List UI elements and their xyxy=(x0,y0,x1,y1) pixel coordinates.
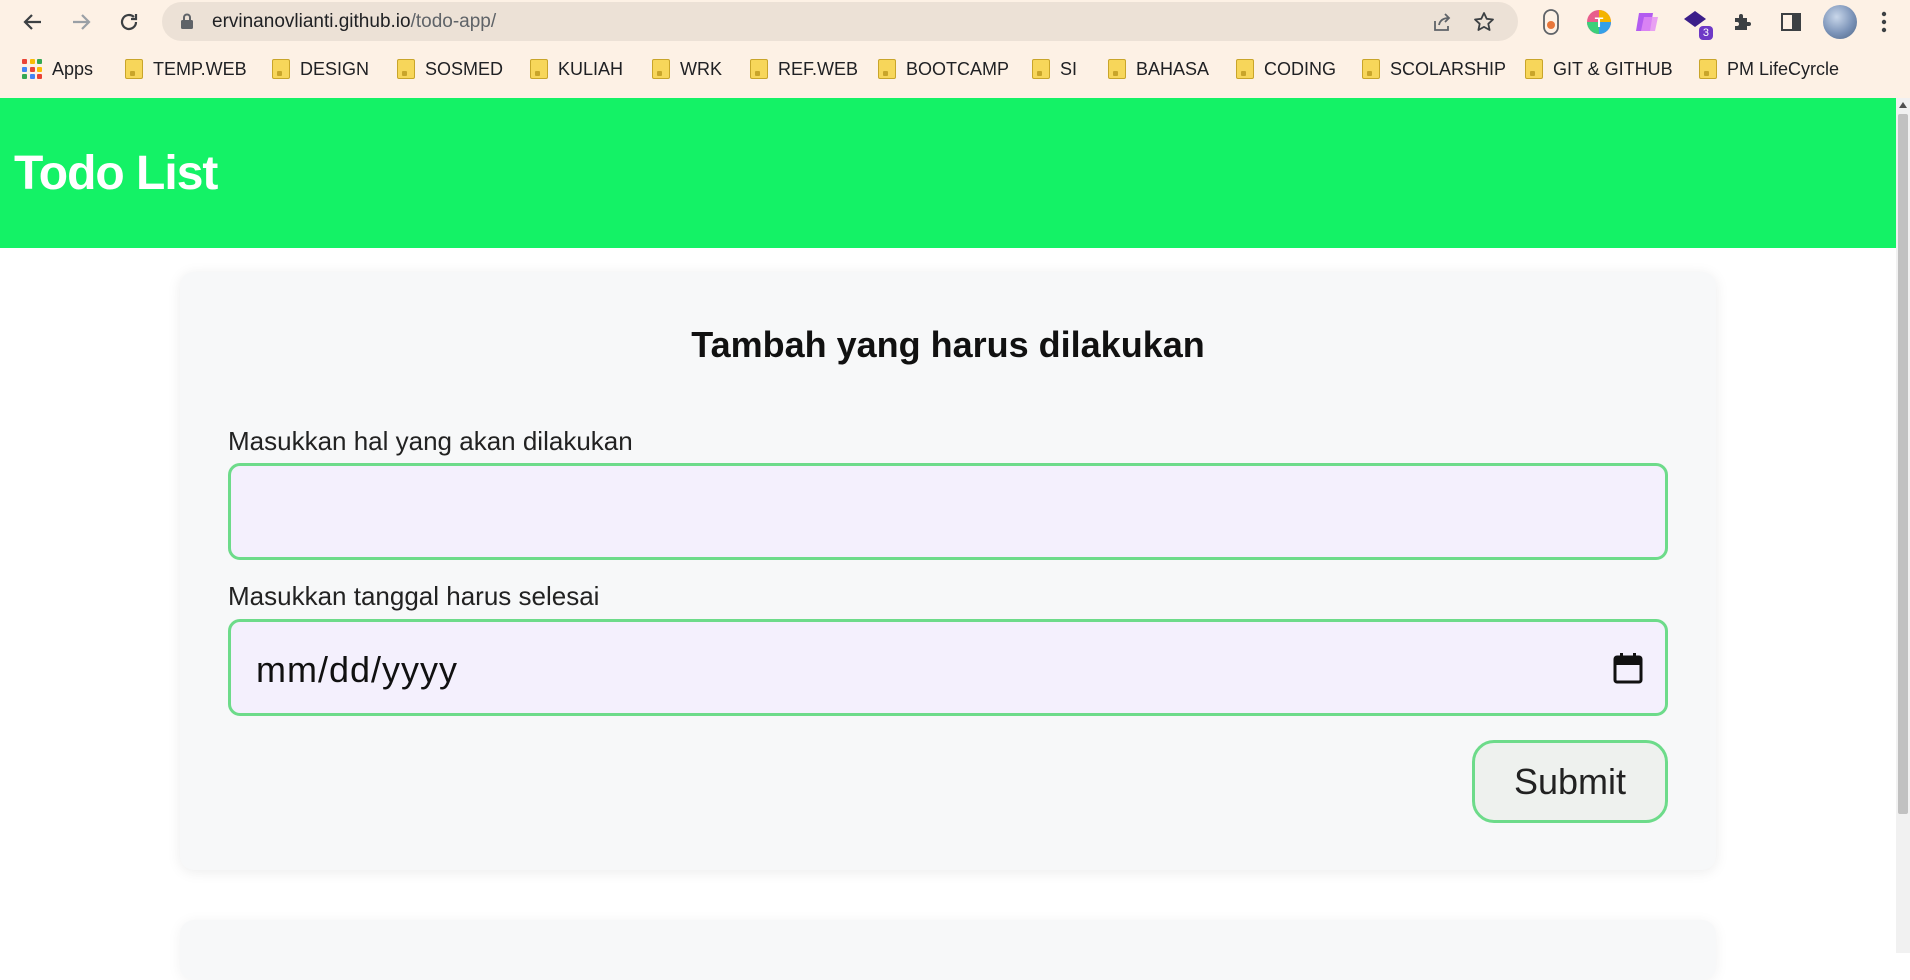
bookmark-label: TEMP.WEB xyxy=(153,58,247,79)
url-path: /todo-app/ xyxy=(410,11,497,32)
lock-icon xyxy=(181,13,193,29)
reload-icon xyxy=(120,13,138,31)
side-panel-button[interactable] xyxy=(1777,8,1805,36)
apps-grid-icon xyxy=(22,59,42,79)
bookmark-label: SI xyxy=(1060,58,1078,79)
bookmark-label: Apps xyxy=(52,58,94,79)
page-scrollbar[interactable] xyxy=(1896,98,1910,953)
puzzle-icon xyxy=(1735,14,1751,30)
bookmark-label: BAHASA xyxy=(1136,58,1210,79)
folder-icon xyxy=(1525,59,1543,79)
folder-icon xyxy=(1108,59,1126,79)
extension-1[interactable] xyxy=(1537,8,1565,36)
bookmark-folder[interactable]: PM LifeCyrcle xyxy=(1699,56,1839,82)
reload-button[interactable] xyxy=(115,8,143,36)
browser-menu-button[interactable] xyxy=(1870,8,1898,36)
address-url[interactable]: ervinanovlianti.github.io/todo-app/ xyxy=(212,11,496,33)
todo-date-label: Masukkan tanggal harus selesai xyxy=(228,581,600,611)
add-todo-form: Tambah yang harus dilakukan Masukkan hal… xyxy=(180,272,1716,870)
bookmark-label: SCOLARSHIP xyxy=(1390,58,1507,79)
page-title: Todo List xyxy=(14,147,218,200)
calendar-icon[interactable] xyxy=(1613,652,1643,684)
bookmark-star-button[interactable] xyxy=(1472,10,1496,34)
bookmark-folder[interactable]: WRK xyxy=(652,56,722,82)
bookmark-label: KULIAH xyxy=(558,58,624,79)
folder-icon xyxy=(750,59,768,79)
folder-icon xyxy=(1236,59,1254,79)
more-vertical-icon xyxy=(1881,11,1887,33)
bookmark-folder[interactable]: GIT & GITHUB xyxy=(1525,56,1673,82)
folder-icon xyxy=(1362,59,1380,79)
bookmark-folder[interactable]: REF.WEB xyxy=(750,56,858,82)
bookmark-folder[interactable]: KULIAH xyxy=(530,56,623,82)
bookmark-folder[interactable]: CODING xyxy=(1236,56,1336,82)
extension-shape-icon xyxy=(1636,13,1658,31)
bookmark-folder[interactable]: BOOTCAMP xyxy=(878,56,1009,82)
extension-2[interactable]: T xyxy=(1585,8,1613,36)
bookmark-folder[interactable]: SI xyxy=(1032,56,1077,82)
extension-3[interactable] xyxy=(1633,8,1661,36)
folder-icon xyxy=(1032,59,1050,79)
folder-icon xyxy=(1699,59,1717,79)
bookmark-folder[interactable]: SOSMED xyxy=(397,56,503,82)
extension-4[interactable]: 3 xyxy=(1681,8,1713,40)
extensions-button[interactable] xyxy=(1729,8,1757,36)
forward-button[interactable] xyxy=(67,8,95,36)
folder-icon xyxy=(272,59,290,79)
bookmark-folder[interactable]: BAHASA xyxy=(1108,56,1209,82)
svg-text:T: T xyxy=(1595,14,1604,30)
extension-pill-icon xyxy=(1543,9,1559,35)
todo-title-input[interactable] xyxy=(228,463,1668,560)
form-heading: Tambah yang harus dilakukan xyxy=(691,324,1205,365)
scroll-thumb[interactable] xyxy=(1898,114,1908,814)
bookmark-label: PM LifeCyrcle xyxy=(1727,58,1840,79)
star-icon xyxy=(1474,12,1494,31)
date-placeholder: mm/dd/yyyy xyxy=(256,649,459,690)
address-bar[interactable]: ervinanovlianti.github.io/todo-app/ xyxy=(162,2,1518,41)
bookmark-label: CODING xyxy=(1264,58,1336,79)
scroll-up-icon[interactable] xyxy=(1899,102,1907,108)
todo-title-label: Masukkan hal yang akan dilakukan xyxy=(228,426,633,456)
todo-date-input[interactable]: mm/dd/yyyy xyxy=(228,619,1668,716)
submit-button[interactable]: Submit xyxy=(1472,740,1668,823)
browser-chrome: ervinanovlianti.github.io/todo-app/ T 3 xyxy=(0,0,1910,98)
bookmark-label: GIT & GITHUB xyxy=(1553,58,1673,79)
folder-icon xyxy=(530,59,548,79)
arrow-left-icon xyxy=(23,14,41,30)
bookmark-label: DESIGN xyxy=(300,58,370,79)
todo-list-card xyxy=(180,920,1716,980)
extension-t-icon: T xyxy=(1587,10,1611,34)
bookmark-folder[interactable]: DESIGN xyxy=(272,56,369,82)
bookmark-label: SOSMED xyxy=(425,58,504,79)
url-host: ervinanovlianti.github.io xyxy=(212,11,411,32)
bookmark-folder[interactable]: SCOLARSHIP xyxy=(1362,56,1506,82)
extension-badge: 3 xyxy=(1698,26,1713,40)
app-header: Todo List xyxy=(0,98,1896,248)
side-panel-icon xyxy=(1781,13,1801,31)
bookmark-folder[interactable]: TEMP.WEB xyxy=(125,56,247,82)
folder-icon xyxy=(652,59,670,79)
share-icon xyxy=(1434,13,1451,31)
bookmark-label: BOOTCAMP xyxy=(906,58,1010,79)
bookmark-apps[interactable]: Apps xyxy=(22,56,93,82)
bookmark-label: REF.WEB xyxy=(778,58,859,79)
share-button[interactable] xyxy=(1430,10,1454,34)
folder-icon xyxy=(397,59,415,79)
bookmark-label: WRK xyxy=(680,58,722,79)
folder-icon xyxy=(878,59,896,79)
profile-avatar[interactable] xyxy=(1823,5,1857,39)
arrow-right-icon xyxy=(73,14,91,30)
browser-toolbar: ervinanovlianti.github.io/todo-app/ T 3 xyxy=(0,0,1910,44)
bookmarks-bar: Apps TEMP.WEB DESIGN SOSMED KULIAH WRK R… xyxy=(0,52,1910,86)
folder-icon xyxy=(125,59,143,79)
back-button[interactable] xyxy=(19,8,47,36)
